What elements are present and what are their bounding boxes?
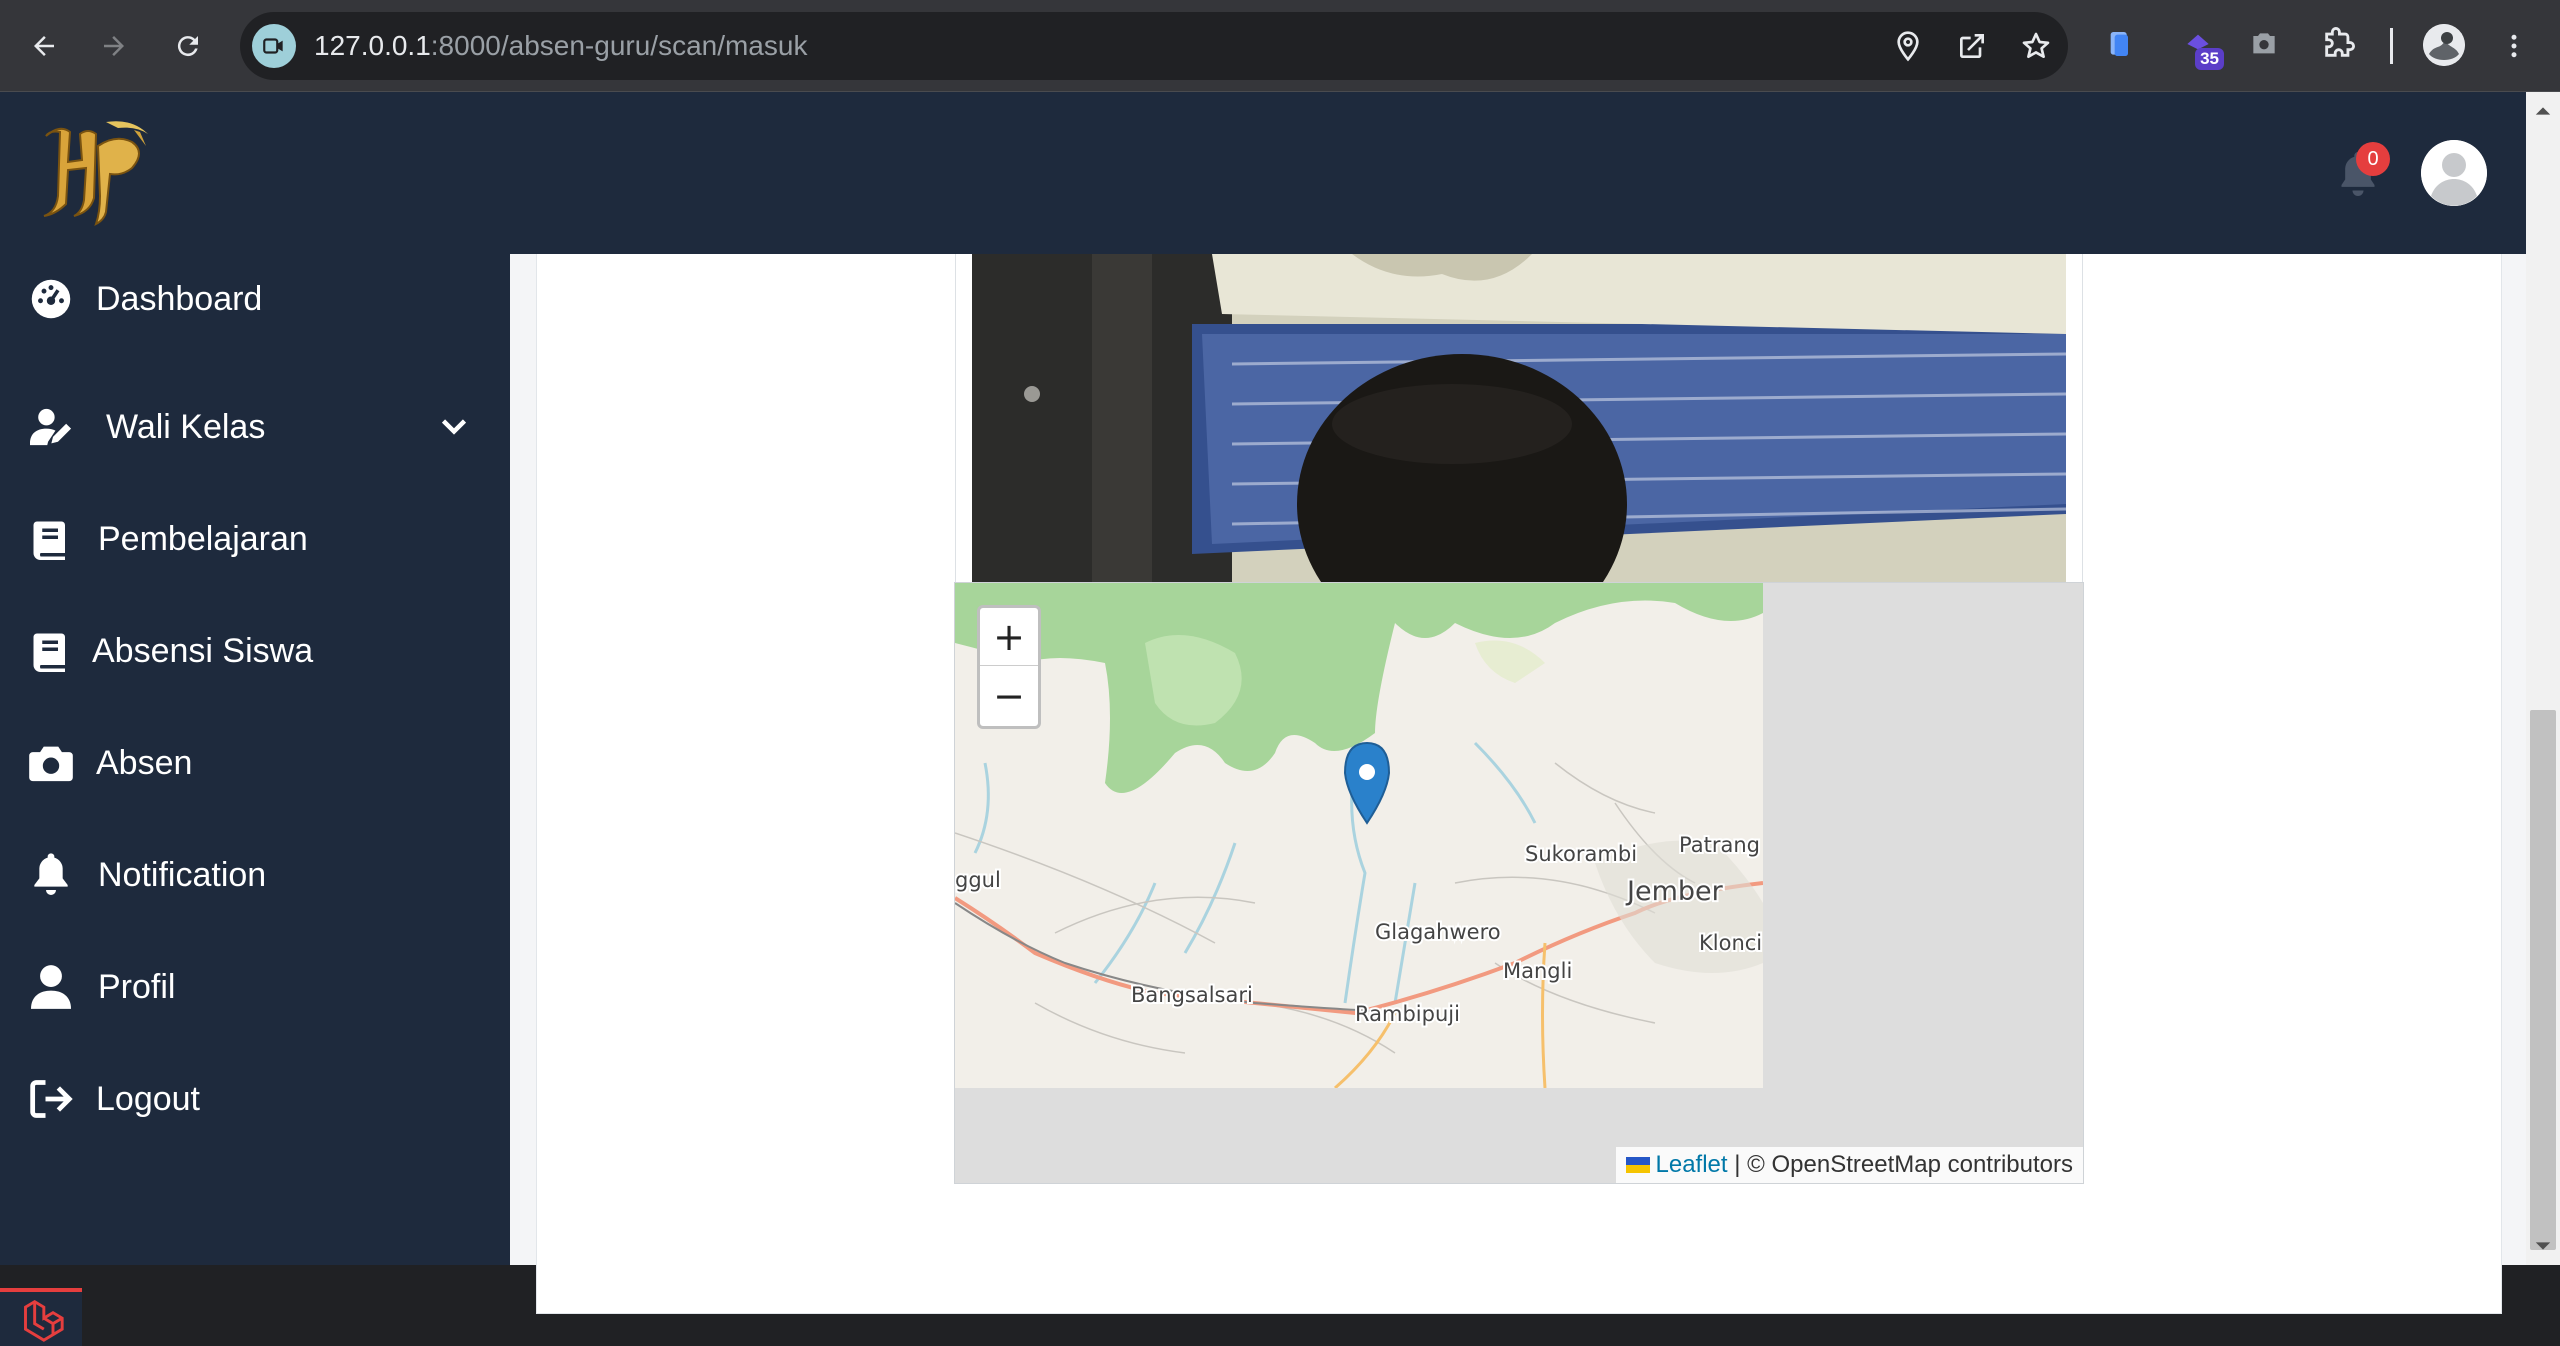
user-icon <box>28 964 74 1010</box>
map-label: Glagahwero <box>1375 920 1501 944</box>
bell-icon <box>28 852 74 898</box>
page-scrollbar[interactable] <box>2526 92 2560 1265</box>
osm-attribution-text: | © OpenStreetMap contributors <box>1727 1151 2073 1178</box>
map-attribution: Leaflet | © OpenStreetMap contributors <box>1615 1147 2083 1183</box>
web-page: 0 Dashboard Wali Kelas Pembelajaran Abse… <box>0 92 2560 1346</box>
sidebar-item-logout[interactable]: Logout <box>0 1054 510 1144</box>
sidebar-item-label: Notification <box>98 855 267 894</box>
app-header: 0 <box>0 92 2526 254</box>
leaflet-link[interactable]: Leaflet <box>1656 1151 1728 1178</box>
notification-badge: 0 <box>2356 142 2390 176</box>
bookmark-star-icon[interactable] <box>2020 30 2052 62</box>
site-info-icon[interactable] <box>252 24 296 68</box>
book-icon <box>28 628 74 674</box>
user-edit-icon <box>30 404 76 450</box>
sidebar-item-label: Dashboard <box>96 279 263 318</box>
map-label: ggul <box>955 868 1001 892</box>
sidebar-item-pembelajaran[interactable]: Pembelajaran <box>0 494 510 584</box>
dashboard-icon <box>28 276 74 322</box>
map-label: Klonci <box>1699 931 1762 955</box>
back-icon[interactable] <box>22 24 66 68</box>
sidebar-item-wali-kelas[interactable]: Wali Kelas <box>0 382 510 472</box>
map-label: Patrang <box>1679 833 1760 857</box>
map-label: Jember <box>1625 876 1724 907</box>
camera-icon[interactable] <box>2242 22 2286 66</box>
puzzle-icon[interactable] <box>2316 22 2360 66</box>
sidebar: Dashboard Wali Kelas Pembelajaran Absens… <box>0 254 510 1346</box>
book-icon <box>28 516 74 562</box>
sidebar-item-label: Absen <box>96 743 193 782</box>
browser-toolbar: 127.0.0.1:8000/absen-guru/scan/masuk 35 <box>0 0 2560 92</box>
debugbar-laravel-icon[interactable] <box>0 1288 82 1346</box>
forward-icon[interactable] <box>92 24 136 68</box>
hp-logo[interactable] <box>36 116 156 226</box>
camera-icon <box>28 740 74 786</box>
zoom-in-button[interactable]: + <box>980 608 1038 666</box>
chevron-down-icon[interactable] <box>436 409 472 445</box>
zoom-out-button[interactable]: − <box>980 667 1038 725</box>
open-in-new-icon[interactable] <box>1956 30 1988 62</box>
map-label: Mangli <box>1503 959 1572 983</box>
map-label: Bangsalsari <box>1131 983 1253 1007</box>
more-icon[interactable] <box>2492 24 2536 68</box>
sidebar-item-profil[interactable]: Profil <box>0 942 510 1032</box>
logout-icon <box>28 1076 74 1122</box>
address-bar[interactable]: 127.0.0.1:8000/absen-guru/scan/masuk <box>240 12 2068 80</box>
map-label: Sukorambi <box>1525 842 1637 866</box>
sidebar-item-notification[interactable]: Notification <box>0 830 510 920</box>
sidebar-item-label: Wali Kelas <box>106 407 266 446</box>
sidebar-item-label: Logout <box>96 1079 200 1118</box>
sidebar-item-label: Absensi Siswa <box>92 631 314 670</box>
sidebar-item-label: Profil <box>98 967 176 1006</box>
scrollbar-thumb[interactable] <box>2530 710 2556 1250</box>
scroll-up-icon[interactable] <box>2534 102 2552 120</box>
extension-icon[interactable]: 35 <box>2176 22 2224 70</box>
location-icon[interactable] <box>1892 30 1924 62</box>
scroll-down-icon[interactable] <box>2534 1237 2552 1255</box>
url-text[interactable]: 127.0.0.1:8000/absen-guru/scan/masuk <box>314 30 807 62</box>
extension-icon[interactable] <box>2098 22 2142 66</box>
sidebar-item-absen[interactable]: Absen <box>0 718 510 808</box>
sidebar-item-label: Pembelajaran <box>98 519 308 558</box>
profile-icon[interactable] <box>2423 24 2465 66</box>
sidebar-item-absensi-siswa[interactable]: Absensi Siswa <box>0 606 510 696</box>
camera-preview <box>972 254 2066 616</box>
map-zoom-control: + − <box>977 605 1041 729</box>
location-map[interactable]: Sukorambi Patrang Jember Glagahwero Mang… <box>954 582 2084 1184</box>
camera-preview-card <box>955 254 2083 632</box>
avatar[interactable] <box>2421 140 2487 206</box>
extension-badge: 35 <box>2195 48 2224 70</box>
toolbar-divider <box>2390 28 2393 64</box>
map-tiles[interactable]: Sukorambi Patrang Jember Glagahwero Mang… <box>955 583 1763 1088</box>
sidebar-item-dashboard[interactable]: Dashboard <box>0 254 510 344</box>
reload-icon[interactable] <box>166 24 210 68</box>
map-label: Rambipuji <box>1355 1002 1460 1026</box>
ukraine-flag-icon <box>1625 1157 1650 1173</box>
